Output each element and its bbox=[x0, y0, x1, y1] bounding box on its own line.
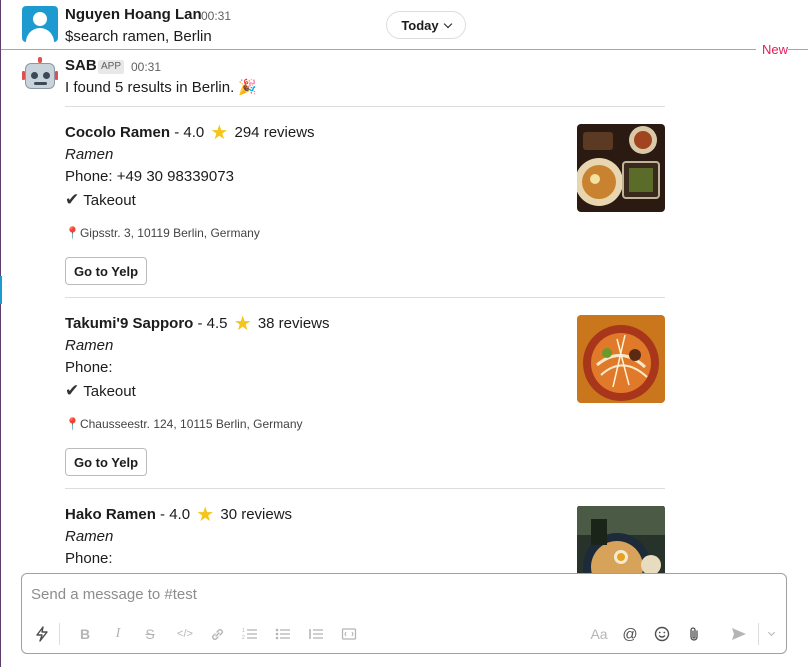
checkmark-icon: ✔ bbox=[65, 190, 80, 209]
code-block-icon[interactable] bbox=[339, 624, 359, 644]
new-label: New bbox=[755, 42, 788, 57]
svg-text:1: 1 bbox=[242, 628, 245, 634]
go-to-yelp-button[interactable]: Go to Yelp bbox=[65, 257, 148, 285]
review-count: 294 reviews bbox=[234, 124, 315, 141]
takeout-line: ✔ Takeout bbox=[65, 190, 136, 210]
formatting-toggle-icon[interactable]: Aa bbox=[588, 624, 610, 644]
restaurant-phone: Phone: bbox=[65, 359, 113, 376]
restaurant-address-line: 📍Chausseestr. 124, 10115 Berlin, Germany bbox=[65, 417, 303, 431]
toolbar-divider bbox=[758, 623, 759, 645]
restaurant-photo[interactable] bbox=[577, 315, 665, 403]
message-text: $search ramen, Berlin bbox=[65, 28, 212, 45]
bold-icon[interactable]: B bbox=[76, 624, 94, 644]
shortcuts-lightning-icon[interactable] bbox=[32, 624, 52, 644]
code-icon[interactable]: </> bbox=[174, 624, 196, 644]
map-pin-icon: 📍 bbox=[65, 226, 80, 240]
today-date-pill[interactable]: Today bbox=[386, 11, 466, 39]
star-icon: ★ bbox=[233, 313, 252, 335]
chevron-down-icon bbox=[443, 19, 452, 28]
restaurant-phone: Phone: +49 30 98339073 bbox=[65, 168, 234, 185]
star-icon: ★ bbox=[210, 122, 229, 144]
restaurant-address: Gipsstr. 3, 10119 Berlin, Germany bbox=[79, 226, 260, 240]
attachment-icon[interactable] bbox=[684, 624, 704, 644]
map-pin-icon: 📍 bbox=[65, 417, 80, 431]
checkmark-icon: ✔ bbox=[65, 381, 80, 400]
restaurant-name: Cocolo Ramen bbox=[65, 124, 171, 141]
message-input[interactable]: Send a message to #test bbox=[31, 586, 197, 603]
result-card: Hako Ramen - 4.0 ★ 30 reviews Ramen Phon… bbox=[65, 506, 665, 573]
link-icon[interactable] bbox=[207, 624, 227, 644]
rating-value: 4.0 bbox=[183, 124, 205, 141]
message-time[interactable]: 00:31 bbox=[201, 9, 231, 23]
restaurant-category: Ramen bbox=[65, 337, 114, 354]
restaurant-address-line: 📍Gipsstr. 3, 10119 Berlin, Germany bbox=[65, 226, 260, 240]
star-icon: ★ bbox=[196, 506, 215, 526]
message-composer[interactable]: Send a message to #test B I S </> 12 Aa … bbox=[21, 573, 787, 654]
result-title-line: Cocolo Ramen - 4.0 ★ 294 reviews bbox=[65, 122, 315, 144]
card-divider bbox=[65, 297, 665, 298]
result-card: Cocolo Ramen - 4.0 ★ 294 reviews Ramen P… bbox=[65, 122, 665, 294]
bot-avatar[interactable] bbox=[22, 57, 58, 93]
send-options-chevron-icon[interactable] bbox=[763, 624, 777, 644]
mention-icon[interactable]: @ bbox=[620, 624, 640, 644]
toolbar-divider bbox=[59, 623, 60, 645]
review-count: 38 reviews bbox=[257, 315, 330, 332]
sender-name[interactable]: Nguyen Hoang Lan bbox=[65, 6, 202, 23]
takeout-label: Takeout bbox=[83, 192, 136, 209]
user-avatar[interactable] bbox=[22, 6, 58, 42]
bulleted-list-icon[interactable] bbox=[273, 624, 293, 644]
send-icon[interactable] bbox=[729, 624, 749, 644]
result-title-line: Takumi'9 Sapporo - 4.5 ★ 38 reviews bbox=[65, 313, 330, 335]
result-title-line: Hako Ramen - 4.0 ★ 30 reviews bbox=[65, 506, 293, 526]
bot-message-time[interactable]: 00:31 bbox=[131, 60, 161, 74]
workspace-edge bbox=[0, 0, 1, 667]
restaurant-name: Hako Ramen bbox=[65, 506, 156, 523]
user-message: Nguyen Hoang Lan 00:31 $search ramen, Be… bbox=[22, 6, 782, 46]
review-count: 30 reviews bbox=[220, 506, 293, 523]
new-messages-divider bbox=[0, 49, 808, 50]
bot-message-text: I found 5 results in Berlin. 🎉 bbox=[65, 79, 258, 96]
app-badge: APP bbox=[98, 60, 125, 74]
go-to-yelp-button[interactable]: Go to Yelp bbox=[65, 448, 148, 476]
result-card: Takumi'9 Sapporo - 4.5 ★ 38 reviews Rame… bbox=[65, 313, 665, 485]
strikethrough-icon[interactable]: S bbox=[141, 624, 159, 644]
card-divider bbox=[65, 488, 665, 489]
rating-value: 4.0 bbox=[169, 506, 191, 523]
restaurant-phone: Phone: bbox=[65, 550, 113, 567]
emoji-icon[interactable] bbox=[652, 624, 672, 644]
restaurant-category: Ramen bbox=[65, 146, 114, 163]
takeout-label: Takeout bbox=[83, 383, 136, 400]
svg-text:2: 2 bbox=[242, 635, 245, 641]
restaurant-category: Ramen bbox=[65, 528, 114, 545]
italic-icon[interactable]: I bbox=[109, 624, 127, 644]
bot-sender-name[interactable]: SAB bbox=[65, 57, 97, 74]
restaurant-name: Takumi'9 Sapporo bbox=[65, 315, 194, 332]
card-divider bbox=[65, 106, 665, 107]
restaurant-address: Chausseestr. 124, 10115 Berlin, Germany bbox=[79, 417, 303, 431]
restaurant-photo[interactable] bbox=[577, 506, 665, 573]
takeout-line: ✔ Takeout bbox=[65, 381, 136, 401]
ordered-list-icon[interactable]: 12 bbox=[240, 624, 260, 644]
rating-value: 4.5 bbox=[206, 315, 228, 332]
scroll-marker bbox=[0, 276, 2, 304]
blockquote-icon[interactable] bbox=[306, 624, 326, 644]
restaurant-photo[interactable] bbox=[577, 124, 665, 212]
today-label: Today bbox=[401, 17, 439, 33]
